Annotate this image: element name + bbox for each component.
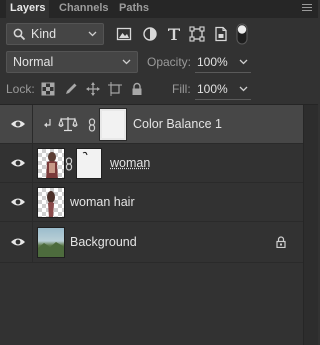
chevron-down-icon[interactable] — [239, 59, 248, 65]
layer-row-woman[interactable]: woman — [0, 144, 303, 183]
opacity-label: Opacity: — [147, 55, 192, 69]
layer-name: woman — [110, 156, 151, 170]
adjustment-filter-icon[interactable] — [142, 26, 158, 42]
woman-figure-icon — [46, 152, 58, 178]
chain-link-icon — [88, 118, 96, 132]
blend-options-row: Normal Opacity: 100% — [6, 51, 312, 75]
chevron-down-icon[interactable] — [239, 86, 248, 92]
filter-kind-label: Kind — [31, 27, 57, 41]
fill-value[interactable]: 100% — [197, 82, 228, 96]
lock-label: Lock: — [6, 82, 35, 96]
blend-mode-select[interactable]: Normal — [6, 51, 138, 73]
eye-icon[interactable] — [10, 196, 26, 208]
layer-thumbnail[interactable] — [37, 148, 65, 179]
layer-name: woman hair — [70, 195, 135, 209]
panel-tab-bar: Layers Channels Paths — [0, 0, 318, 18]
landscape-image-icon — [38, 242, 64, 257]
eye-icon[interactable] — [10, 236, 26, 248]
chain-link-icon — [65, 157, 73, 171]
filter-kind-select[interactable]: Kind — [6, 23, 104, 45]
smart-object-filter-icon[interactable] — [213, 26, 229, 42]
mask-shape-icon — [82, 151, 88, 156]
layers-list: Color Balance 1 woman woman hair Backgro… — [0, 105, 318, 263]
layers-empty-area — [0, 263, 303, 345]
shape-filter-icon[interactable] — [189, 26, 205, 42]
lock-row: Lock: Fill: 100% — [6, 79, 312, 101]
fill-label: Fill: — [172, 82, 191, 96]
image-filter-icon[interactable] — [116, 26, 132, 42]
color-balance-icon — [58, 117, 78, 132]
search-icon — [13, 28, 26, 41]
eye-icon[interactable] — [10, 157, 26, 169]
lock-icon[interactable] — [276, 236, 286, 248]
layer-thumbnail[interactable] — [37, 227, 65, 258]
lock-image-pixels-icon[interactable] — [64, 82, 78, 96]
opacity-value[interactable]: 100% — [197, 55, 228, 69]
panel-menu-icon[interactable] — [302, 4, 312, 13]
fill-underline — [195, 99, 251, 100]
eye-icon[interactable] — [10, 118, 26, 130]
chevron-down-icon — [88, 31, 97, 37]
layer-mask-thumbnail[interactable] — [99, 108, 127, 141]
tab-paths[interactable]: Paths — [115, 0, 153, 18]
blend-mode-label: Normal — [13, 55, 54, 69]
clipping-arrow-icon — [44, 119, 51, 128]
layer-row-background[interactable]: Background — [0, 222, 303, 263]
layer-name: Background — [70, 235, 137, 249]
lock-position-icon[interactable] — [86, 82, 100, 96]
layer-row-woman-hair[interactable]: woman hair — [0, 183, 303, 222]
lock-artboard-icon[interactable] — [108, 82, 122, 96]
opacity-underline — [195, 72, 251, 73]
layer-name: Color Balance 1 — [133, 117, 222, 131]
scrollbar-track[interactable] — [303, 105, 318, 345]
layer-filter-row: Kind — [6, 23, 312, 47]
layer-mask-thumbnail[interactable] — [76, 148, 102, 179]
tab-layers[interactable]: Layers — [6, 0, 50, 18]
tab-channels[interactable]: Channels — [55, 0, 113, 18]
layer-row-color-balance[interactable]: Color Balance 1 — [0, 105, 303, 144]
lock-all-icon[interactable] — [130, 82, 144, 96]
layer-thumbnail[interactable] — [37, 187, 65, 218]
type-filter-icon[interactable] — [166, 26, 182, 42]
chevron-down-icon — [122, 59, 131, 65]
hair-figure-icon — [47, 191, 55, 217]
lock-transparent-pixels-icon[interactable] — [41, 82, 55, 96]
filter-toggle-icon[interactable] — [236, 23, 248, 45]
